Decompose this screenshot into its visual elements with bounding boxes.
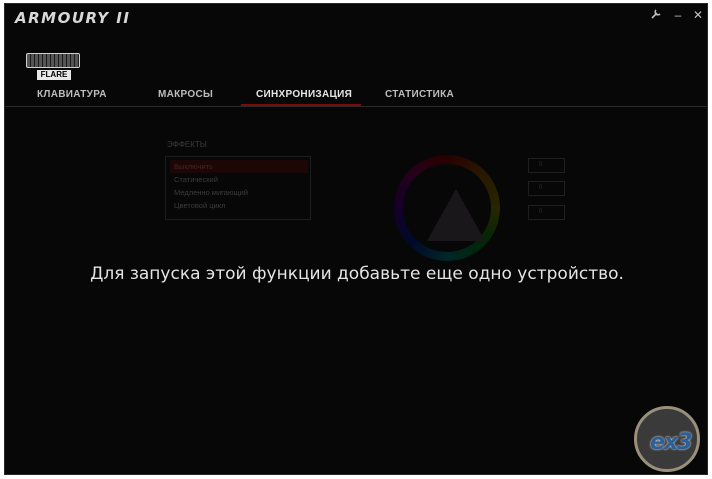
tab-sync[interactable]: СИНХРОНИЗАЦИЯ — [256, 89, 352, 100]
add-device-notice: Для запуска этой функции добавьте еще од… — [90, 264, 624, 284]
active-tab-indicator — [241, 104, 361, 106]
tab-macros[interactable]: МАКРОСЫ — [158, 89, 213, 100]
watermark-text: ex3 — [650, 430, 692, 455]
close-button[interactable]: ✕ — [689, 7, 707, 23]
effects-title: ЭФФЕКТЫ — [167, 140, 207, 149]
color-wheel[interactable] — [394, 155, 500, 261]
color-wheel-center — [403, 164, 491, 252]
minimize-button[interactable]: – — [669, 7, 687, 23]
keyboard-icon — [26, 53, 80, 68]
effect-off[interactable]: Выключить — [170, 160, 308, 173]
wrench-icon[interactable] — [647, 7, 665, 23]
device-flare[interactable]: FLARE — [25, 52, 81, 82]
tab-keyboard[interactable]: КЛАВИАТУРА — [37, 89, 107, 100]
title-bar: ARMOURY II – ✕ — [5, 4, 707, 30]
color-triangle[interactable] — [427, 189, 485, 241]
tab-statistics[interactable]: СТАТИСТИКА — [385, 89, 454, 100]
blue-value-field[interactable]: 0 — [528, 205, 565, 220]
app-window: ARMOURY II – ✕ FLARE КЛАВИАТУРА МАКРОСЫ … — [4, 3, 708, 475]
green-value-field[interactable]: 0 — [528, 181, 565, 196]
app-title: ARMOURY II — [15, 9, 131, 27]
effects-list: Выключить Статический Медленно мигающий … — [165, 156, 311, 220]
watermark-logo: ex3 — [632, 406, 707, 474]
effect-static[interactable]: Статический — [170, 173, 308, 186]
effect-slow-blink[interactable]: Медленно мигающий — [170, 186, 308, 199]
effect-color-cycle[interactable]: Цветовой цикл — [170, 199, 308, 212]
device-label: FLARE — [37, 70, 71, 80]
red-value-field[interactable]: 0 — [528, 158, 565, 173]
